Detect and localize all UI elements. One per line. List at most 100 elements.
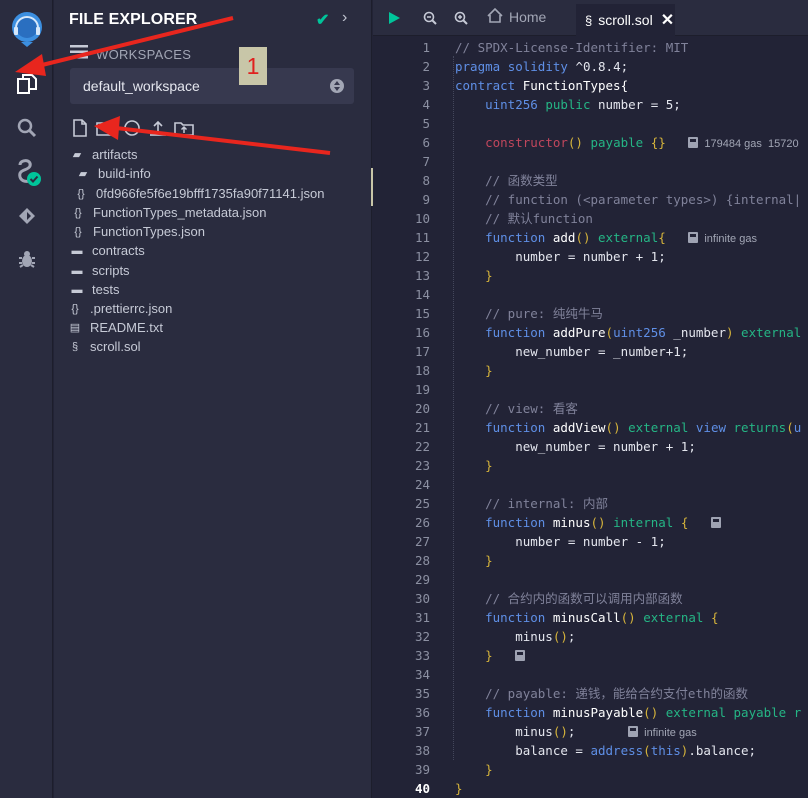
icon-rail [0, 0, 53, 798]
code-line: function minus() internal { [455, 513, 727, 532]
tree-folder-artifacts[interactable]: ▰ artifacts [70, 145, 138, 164]
line-number: 15 [414, 306, 430, 321]
code-line: // payable: 递钱，能给合约支付eth的函数 [485, 686, 748, 701]
code-line: } [455, 646, 531, 665]
line-number: 16 [414, 325, 430, 340]
tree-folder-contracts[interactable]: ▬ contracts [70, 241, 145, 260]
close-icon[interactable]: ✕ [661, 10, 674, 30]
workspaces-header: WORKSPACES [70, 44, 192, 64]
code-line: pragma solidity ^0.8.4; [455, 59, 629, 74]
zoom-in-icon[interactable] [454, 0, 468, 36]
json-icon: {} [74, 225, 82, 238]
line-number: 6 [422, 135, 430, 150]
hamburger-icon[interactable] [70, 44, 88, 64]
code-line: new_number = _number+1; [455, 344, 689, 359]
tab-home-label: Home [509, 9, 547, 25]
file-explorer-panel: FILE EXPLORER ✔ › WORKSPACES default_wor… [54, 0, 372, 798]
run-script-icon[interactable] [387, 0, 401, 36]
line-number: 23 [414, 458, 430, 473]
line-number: 26 [414, 515, 430, 530]
panel-title: FILE EXPLORER [69, 11, 198, 28]
line-number: 34 [414, 667, 430, 682]
line-number: 1 [422, 40, 430, 55]
json-icon: {} [77, 187, 85, 200]
new-file-icon[interactable] [70, 118, 90, 138]
gas-pump-icon [628, 726, 639, 737]
code-line: number = number + 1; [455, 249, 666, 264]
tree-file-build-json[interactable]: {} 0fd966fe5f6e19bfff1735fa90f71141.json [74, 184, 324, 203]
code-line: number = number - 1; [455, 534, 666, 549]
code-line: contract FunctionTypes{ [455, 78, 629, 93]
line-number: 35 [414, 686, 430, 701]
gas-pump-icon [688, 232, 699, 243]
line-number: 10 [414, 211, 430, 226]
tab-home[interactable]: Home [487, 7, 547, 26]
code-line: new_number = number + 1; [455, 439, 696, 454]
new-folder-icon[interactable] [96, 118, 116, 138]
json-icon: {} [71, 302, 79, 315]
code-editor: Home § scroll.sol ✕ 1 2 3 4 5 6 7 8 9 10 11 12 13 14 1… [373, 0, 808, 798]
tree-folder-tests[interactable]: ▬ tests [70, 280, 120, 299]
workspaces-label: WORKSPACES [96, 46, 192, 62]
code-line: function addPure(uint256 _number) extern… [485, 325, 802, 340]
gas-pump-icon [710, 517, 721, 528]
code-line: } [485, 762, 493, 777]
code-line: // 默认function [485, 211, 593, 226]
file-explorer-icon[interactable] [0, 64, 53, 104]
line-number: 20 [414, 401, 430, 416]
upload-file-icon[interactable] [148, 118, 168, 138]
code-line: constructor() payable {} 179484 gas 1572… [485, 135, 799, 150]
zoom-out-icon[interactable] [423, 0, 437, 36]
line-number: 12 [414, 249, 430, 264]
tree-file-functiontypes-json[interactable]: {} FunctionTypes.json [71, 222, 205, 241]
chevron-right-icon[interactable]: › [342, 9, 347, 27]
code-line: uint256 public number = 5; [485, 97, 681, 112]
code-line: // SPDX-License-Identifier: MIT [455, 40, 689, 55]
folder-open-icon: ▰ [72, 149, 82, 161]
code-line: // function (<parameter types>) {interna… [485, 192, 802, 207]
json-icon: {} [74, 206, 82, 219]
line-number: 13 [414, 268, 430, 283]
line-number: 11 [414, 230, 430, 245]
tab-scroll-sol[interactable]: § scroll.sol ✕ [576, 4, 675, 36]
line-number: 37 [414, 724, 430, 739]
folder-open-icon: ▰ [78, 168, 88, 180]
code-line: } [485, 363, 493, 378]
folder-icon: ▬ [71, 264, 83, 277]
line-number: 24 [414, 477, 430, 492]
deploy-run-icon[interactable] [0, 196, 53, 236]
tree-file-readme[interactable]: ▤ README.txt [68, 318, 163, 337]
annotation-label-1: 1 [239, 47, 267, 85]
code-line: function add() external{ infinite gas [485, 230, 757, 245]
line-number: 8 [422, 173, 430, 188]
file-icon: ▤ [69, 322, 81, 334]
upload-folder-icon[interactable] [174, 118, 194, 138]
remix-logo-icon[interactable] [7, 8, 47, 48]
tree-file-prettierrc[interactable]: {} .prettierrc.json [68, 299, 172, 318]
tree-folder-build-info[interactable]: ▰ build-info [76, 164, 151, 183]
line-number: 28 [414, 553, 430, 568]
tree-file-metadata-json[interactable]: {} FunctionTypes_metadata.json [71, 203, 266, 222]
line-number: 7 [422, 154, 430, 169]
line-number: 38 [414, 743, 430, 758]
code-line: } [485, 268, 493, 283]
tree-folder-scripts[interactable]: ▬ scripts [70, 261, 130, 280]
folder-icon: ▬ [71, 283, 83, 296]
debugger-bug-icon[interactable] [0, 239, 53, 279]
line-number: 25 [414, 496, 430, 511]
github-icon[interactable] [122, 118, 142, 138]
line-number: 27 [414, 534, 430, 549]
workspace-select[interactable]: default_workspace [70, 68, 354, 104]
home-icon [487, 7, 503, 26]
solidity-icon: § [71, 340, 79, 353]
line-number: 39 [414, 762, 430, 777]
explorer-toolbar [70, 118, 194, 138]
workspace-select-value: default_workspace [83, 78, 200, 94]
search-icon[interactable] [0, 108, 53, 148]
code-line: // 合约内的函数可以调用内部函数 [485, 591, 683, 606]
editor-tab-bar: Home § scroll.sol ✕ [373, 0, 808, 36]
line-number: 17 [414, 344, 430, 359]
solidity-compiler-icon[interactable] [0, 152, 53, 192]
tree-file-scroll-sol[interactable]: § scroll.sol [68, 337, 141, 356]
code-line: } [455, 781, 463, 796]
